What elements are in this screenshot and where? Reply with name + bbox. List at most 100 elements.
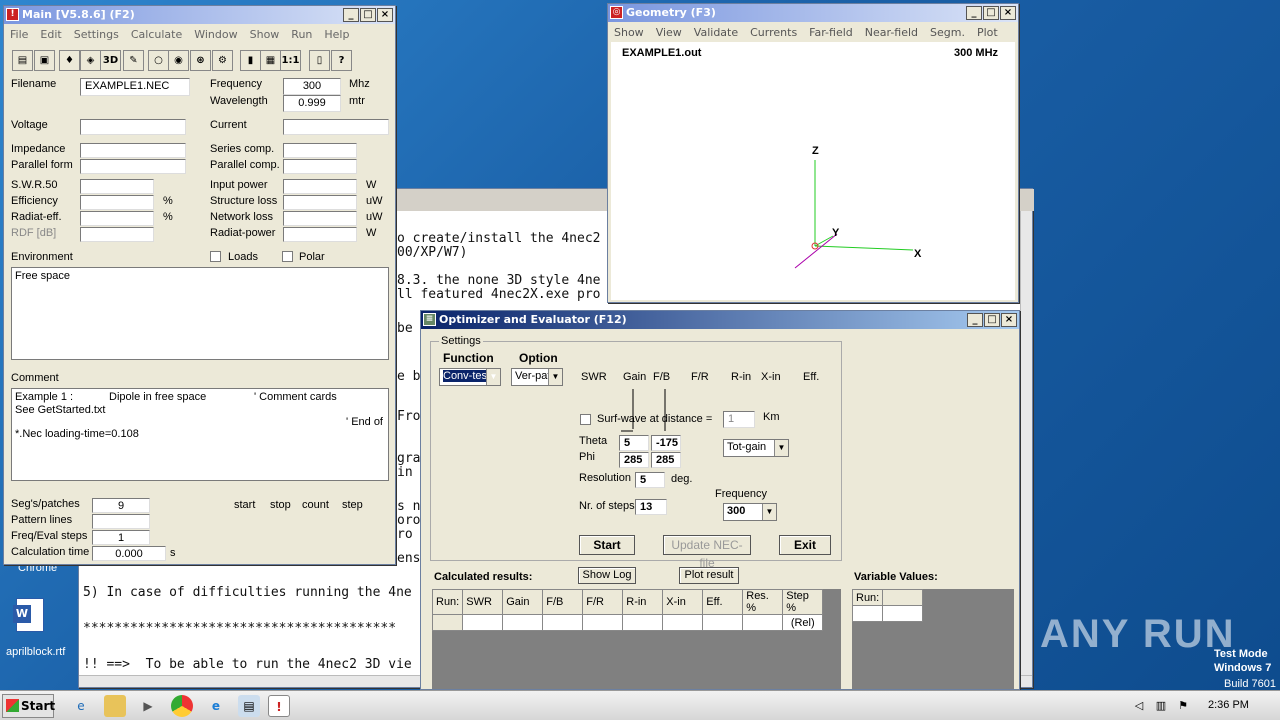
cube-icon[interactable]: ◈: [80, 50, 101, 71]
menu-item-show[interactable]: Show: [244, 26, 286, 44]
maximize-button[interactable]: □: [983, 6, 999, 20]
menu-item-farfield[interactable]: Far-field: [803, 24, 859, 42]
target-icon[interactable]: ⊛: [190, 50, 211, 71]
explorer-icon[interactable]: [104, 695, 126, 717]
menu-item-help[interactable]: Help: [318, 26, 355, 44]
show-log-button[interactable]: Show Log: [578, 567, 636, 584]
menu-item-run[interactable]: Run: [285, 26, 318, 44]
maximize-button[interactable]: □: [360, 8, 376, 22]
menu-item-calculate[interactable]: Calculate: [125, 26, 188, 44]
menu-item-file[interactable]: File: [4, 26, 34, 44]
wavelength-field[interactable]: 0.999: [283, 95, 341, 112]
exit-button[interactable]: Exit: [779, 535, 831, 555]
menu-item-plot[interactable]: Plot: [971, 24, 1004, 42]
save-icon[interactable]: ▣: [34, 50, 55, 71]
series-comp-field[interactable]: [283, 143, 357, 158]
loads-checkbox[interactable]: [210, 251, 221, 262]
radiat-eff-field[interactable]: [80, 211, 154, 226]
current-field[interactable]: [283, 119, 389, 135]
menu-item-nearfield[interactable]: Near-field: [859, 24, 924, 42]
phi1-field[interactable]: 285: [619, 452, 649, 468]
efficiency-field[interactable]: [80, 195, 154, 210]
environment-textarea[interactable]: Free space: [11, 267, 389, 360]
start-button[interactable]: Start: [579, 535, 635, 555]
geometry-titlebar[interactable]: ◎ Geometry (F3) _ □ ×: [608, 4, 1018, 22]
input-power-field[interactable]: [283, 179, 357, 194]
menu-item-edit[interactable]: Edit: [34, 26, 67, 44]
structure-loss-field[interactable]: [283, 195, 357, 210]
calc-icon[interactable]: ▦: [260, 50, 281, 71]
theta2-field[interactable]: -175: [651, 435, 681, 451]
close-button[interactable]: ×: [377, 8, 393, 22]
resolution-field[interactable]: 5: [635, 472, 665, 488]
geometry-canvas[interactable]: EXAMPLE1.out 300 MHz Z Y X: [611, 42, 1015, 300]
text-window-scrollbar[interactable]: [1020, 211, 1032, 687]
filename-field[interactable]: EXAMPLE1.NEC: [80, 78, 190, 96]
4nec2-taskbar-icon[interactable]: !: [268, 695, 290, 717]
rdf-field[interactable]: [80, 227, 154, 242]
start-button[interactable]: Start: [2, 694, 55, 718]
media-player-icon[interactable]: ▶: [137, 695, 159, 717]
menu-item-view[interactable]: View: [650, 24, 688, 42]
frequency-select[interactable]: 300 ▼: [723, 503, 777, 521]
disabled-icon[interactable]: ○: [148, 50, 169, 71]
notepad-icon[interactable]: ▤: [238, 695, 260, 717]
phi2-field[interactable]: 285: [651, 452, 681, 468]
impedance-field[interactable]: [80, 143, 186, 158]
frequency-field[interactable]: 300: [283, 78, 341, 95]
theta1-field[interactable]: 5: [619, 435, 649, 451]
polar-checkbox[interactable]: [282, 251, 293, 262]
gain-type-select[interactable]: Tot-gain ▼: [723, 439, 789, 457]
flag-icon[interactable]: ⚑: [1172, 695, 1194, 717]
surfwave-field[interactable]: 1: [723, 411, 755, 428]
update-nec-button[interactable]: Update NEC-file: [663, 535, 751, 570]
option-select[interactable]: Ver-pat ▼: [511, 368, 563, 386]
parallel-comp-field[interactable]: [283, 159, 357, 174]
edge-icon[interactable]: e: [205, 695, 227, 717]
book-icon[interactable]: ▯: [309, 50, 330, 71]
voltage-field[interactable]: [80, 119, 186, 135]
open-folder-icon[interactable]: ▤: [12, 50, 33, 71]
segs-field[interactable]: 9: [92, 498, 150, 513]
menu-item-show[interactable]: Show: [608, 24, 650, 42]
network-loss-field[interactable]: [283, 211, 357, 226]
close-button[interactable]: ×: [1000, 6, 1016, 20]
ratio-icon[interactable]: 1:1: [280, 50, 301, 71]
menu-item-validate[interactable]: Validate: [688, 24, 744, 42]
edit-icon[interactable]: ✎: [123, 50, 144, 71]
minimize-button[interactable]: _: [966, 6, 982, 20]
swr-field[interactable]: [80, 179, 154, 194]
menu-item-currents[interactable]: Currents: [744, 24, 803, 42]
minimize-button[interactable]: _: [967, 313, 983, 327]
results-grid[interactable]: Run: SWR Gain F/B F/R R-in X-in Eff. Res. % Step …: [431, 589, 841, 689]
main-titlebar[interactable]: ! Main [V5.8.6] (F2) _ □ ×: [4, 6, 395, 24]
optimizer-titlebar[interactable]: ≡ Optimizer and Evaluator (F12) _ □ ×: [421, 311, 1019, 329]
menu-item-window[interactable]: Window: [188, 26, 243, 44]
3d-icon[interactable]: 3D: [100, 50, 121, 71]
function-select[interactable]: Conv-test ▼: [439, 368, 501, 386]
calc-time-field[interactable]: 0.000: [92, 546, 166, 561]
parallel-form-field[interactable]: [80, 159, 186, 174]
menu-item-segm[interactable]: Segm.: [924, 24, 971, 42]
chrome-icon[interactable]: [171, 695, 193, 717]
radiat-power-field[interactable]: [283, 227, 357, 242]
minimize-button[interactable]: _: [343, 8, 359, 22]
desktop-icon-label-file[interactable]: aprilblock.rtf: [6, 646, 65, 658]
steps-field[interactable]: 13: [635, 499, 667, 515]
battery-icon[interactable]: ▮: [240, 50, 261, 71]
pattern-icon[interactable]: ◉: [168, 50, 189, 71]
network-icon[interactable]: ▥: [1150, 695, 1172, 717]
close-button[interactable]: ×: [1001, 313, 1017, 327]
gear-icon[interactable]: ⚙: [212, 50, 233, 71]
help-icon[interactable]: ?: [331, 50, 352, 71]
ie-icon[interactable]: e: [70, 695, 92, 717]
menu-item-settings[interactable]: Settings: [68, 26, 125, 44]
variables-grid[interactable]: Run:: [851, 589, 1014, 689]
surfwave-checkbox[interactable]: [580, 414, 591, 425]
freq-eval-field[interactable]: 1: [92, 530, 150, 545]
speaker-icon[interactable]: ◁: [1128, 695, 1150, 717]
maximize-button[interactable]: □: [984, 313, 1000, 327]
plot-result-button[interactable]: Plot result: [679, 567, 739, 584]
geometry-icon[interactable]: ♦: [59, 50, 80, 71]
clock[interactable]: 2:36 PM: [1208, 699, 1249, 711]
